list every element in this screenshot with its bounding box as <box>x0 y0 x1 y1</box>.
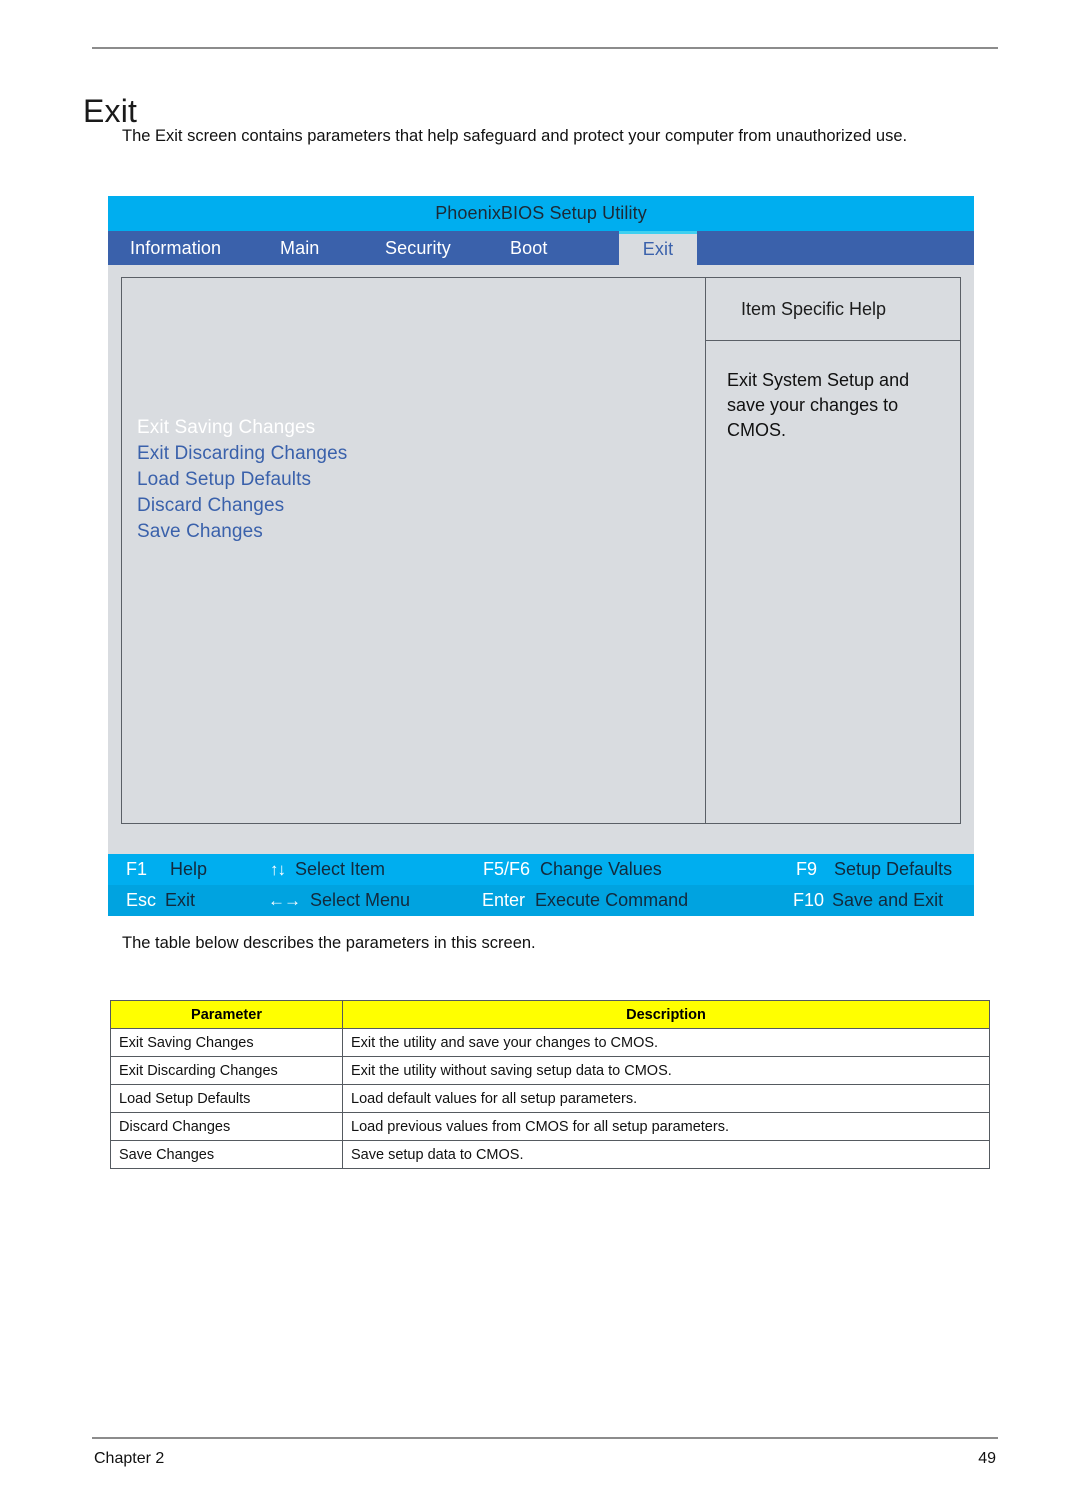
table-row: Save Changes Save setup data to CMOS. <box>110 1140 990 1169</box>
key-legend-f1-help[interactable]: F1 Help <box>126 854 207 885</box>
key-label-f9: F9 <box>796 859 818 879</box>
page-title: Exit <box>83 93 138 130</box>
bios-content-frame: Exit Saving Changes Exit Discarding Chan… <box>121 277 961 824</box>
key-label-f10: F10 <box>793 890 825 910</box>
help-panel-heading: Item Specific Help <box>741 298 887 319</box>
key-label-f1: F1 <box>126 859 148 879</box>
key-legend-f10-save-and-exit[interactable]: F10 Save and Exit <box>793 885 943 916</box>
table-intro-paragraph: The table below describes the parameters… <box>122 934 536 952</box>
tab-exit[interactable]: Exit <box>619 231 697 265</box>
tab-boot[interactable]: Boot <box>501 231 590 265</box>
key-desc-change-values: Change Values <box>540 859 662 879</box>
key-desc-exit: Exit <box>165 890 196 910</box>
menu-item-discard-changes[interactable]: Discard Changes <box>137 495 284 517</box>
key-legend-row-2: Esc Exit ←→ Select Menu Enter Execute Co… <box>108 885 974 916</box>
key-desc-execute-command: Execute Command <box>535 890 689 910</box>
exit-menu-list: Exit Saving Changes Exit Discarding Chan… <box>122 278 705 823</box>
table-cell-description: Save setup data to CMOS. <box>342 1140 990 1169</box>
tab-main[interactable]: Main <box>271 231 370 265</box>
menu-item-save-changes[interactable]: Save Changes <box>137 521 263 543</box>
bios-content-area: Exit Saving Changes Exit Discarding Chan… <box>108 265 974 850</box>
table-cell-description: Load previous values from CMOS for all s… <box>342 1112 990 1141</box>
table-cell-description: Exit the utility and save your changes t… <box>342 1028 990 1057</box>
table-cell-description: Load default values for all setup parame… <box>342 1084 990 1113</box>
table-cell-description: Exit the utility without saving setup da… <box>342 1056 990 1085</box>
bios-title-bar: PhoenixBIOS Setup Utility <box>108 196 974 231</box>
tab-security[interactable]: Security <box>376 231 495 265</box>
table-cell-parameter: Exit Saving Changes <box>110 1028 343 1057</box>
key-legend-f5f6-change-values[interactable]: F5/F6 Change Values <box>483 854 662 885</box>
footer-divider <box>92 1437 998 1439</box>
parameter-description-table: Parameter Description Exit Saving Change… <box>110 1000 990 1169</box>
table-header-description: Description <box>342 1000 990 1029</box>
item-specific-help-panel: Item Specific Help Exit System Setup and… <box>705 278 961 823</box>
arrow-up-down-icon: ↑↓ <box>270 859 286 879</box>
table-cell-parameter: Exit Discarding Changes <box>110 1056 343 1085</box>
table-row: Load Setup Defaults Load default values … <box>110 1084 990 1113</box>
key-legend-esc-exit[interactable]: Esc Exit <box>126 885 195 916</box>
table-row: Discard Changes Load previous values fro… <box>110 1112 990 1141</box>
bios-tab-bar: Information Main Security Boot Exit <box>108 231 974 265</box>
footer-chapter-label: Chapter 2 <box>94 1450 165 1467</box>
arrow-left-right-icon: ←→ <box>268 890 301 910</box>
key-legend-f9-setup-defaults[interactable]: F9 Setup Defaults <box>796 854 952 885</box>
key-desc-select-item: Select Item <box>295 859 386 879</box>
key-desc-select-menu: Select Menu <box>310 890 411 910</box>
bios-title: PhoenixBIOS Setup Utility <box>435 203 647 223</box>
key-legend-leftright-select-menu[interactable]: ←→ Select Menu <box>268 885 410 916</box>
document-page: Exit The Exit screen contains parameters… <box>0 0 1080 1512</box>
key-label-enter: Enter <box>482 890 526 910</box>
tab-information[interactable]: Information <box>121 231 265 265</box>
bios-setup-screen: PhoenixBIOS Setup Utility Information Ma… <box>108 196 974 916</box>
key-desc-save-and-exit: Save and Exit <box>832 890 944 910</box>
table-row: Exit Discarding Changes Exit the utility… <box>110 1056 990 1085</box>
table-cell-parameter: Save Changes <box>110 1140 343 1169</box>
key-desc-help: Help <box>170 859 208 879</box>
table-row: Exit Saving Changes Exit the utility and… <box>110 1028 990 1057</box>
table-header-row: Parameter Description <box>110 1000 990 1029</box>
key-label-esc: Esc <box>126 890 157 910</box>
menu-item-load-setup-defaults[interactable]: Load Setup Defaults <box>137 469 311 491</box>
table-header-parameter: Parameter <box>110 1000 343 1029</box>
bios-key-legend-bar: F1 Help ↑↓ Select Item F5/F6 Change Valu… <box>108 854 974 916</box>
table-cell-parameter: Load Setup Defaults <box>110 1084 343 1113</box>
key-legend-enter-execute-command[interactable]: Enter Execute Command <box>482 885 688 916</box>
key-legend-row-1: F1 Help ↑↓ Select Item F5/F6 Change Valu… <box>108 854 974 885</box>
help-panel-body: Exit System Setup and save your changes … <box>727 370 910 440</box>
header-divider <box>92 47 998 49</box>
key-label-f5f6: F5/F6 <box>483 859 531 879</box>
menu-item-exit-discarding-changes[interactable]: Exit Discarding Changes <box>137 443 347 465</box>
key-desc-setup-defaults: Setup Defaults <box>834 859 953 879</box>
menu-item-exit-saving-changes[interactable]: Exit Saving Changes <box>137 417 315 439</box>
help-panel-header: Item Specific Help <box>706 278 961 341</box>
table-cell-parameter: Discard Changes <box>110 1112 343 1141</box>
intro-paragraph: The Exit screen contains parameters that… <box>122 127 908 145</box>
key-legend-updown-select-item[interactable]: ↑↓ Select Item <box>270 854 385 885</box>
footer-page-number: 49 <box>978 1450 996 1467</box>
